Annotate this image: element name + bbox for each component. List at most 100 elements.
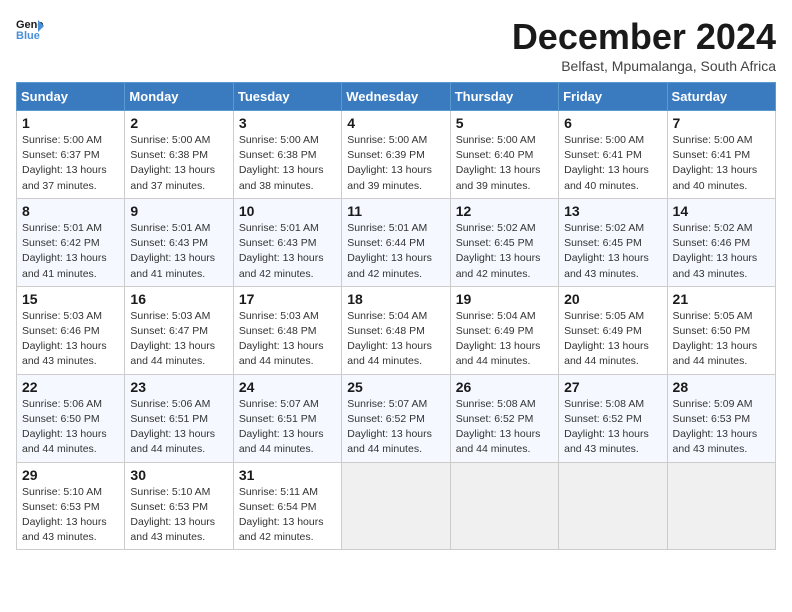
day-number: 13 [564,203,661,219]
day-cell: 9 Sunrise: 5:01 AM Sunset: 6:43 PM Dayli… [125,198,233,286]
day-cell: 12 Sunrise: 5:02 AM Sunset: 6:45 PM Dayl… [450,198,558,286]
header-saturday: Saturday [667,83,775,111]
day-cell: 30 Sunrise: 5:10 AM Sunset: 6:53 PM Dayl… [125,462,233,550]
day-number: 22 [22,379,119,395]
day-cell: 6 Sunrise: 5:00 AM Sunset: 6:41 PM Dayli… [559,111,667,199]
day-info: Sunrise: 5:10 AM Sunset: 6:53 PM Dayligh… [22,485,119,546]
day-cell: 23 Sunrise: 5:06 AM Sunset: 6:51 PM Dayl… [125,374,233,462]
day-number: 21 [673,291,770,307]
calendar-row: 29 Sunrise: 5:10 AM Sunset: 6:53 PM Dayl… [17,462,776,550]
day-number: 11 [347,203,444,219]
day-info: Sunrise: 5:05 AM Sunset: 6:50 PM Dayligh… [673,309,770,370]
day-cell: 7 Sunrise: 5:00 AM Sunset: 6:41 PM Dayli… [667,111,775,199]
location-subtitle: Belfast, Mpumalanga, South Africa [512,58,776,74]
day-info: Sunrise: 5:04 AM Sunset: 6:48 PM Dayligh… [347,309,444,370]
day-cell: 18 Sunrise: 5:04 AM Sunset: 6:48 PM Dayl… [342,286,450,374]
day-number: 20 [564,291,661,307]
day-cell: 27 Sunrise: 5:08 AM Sunset: 6:52 PM Dayl… [559,374,667,462]
day-cell: 2 Sunrise: 5:00 AM Sunset: 6:38 PM Dayli… [125,111,233,199]
day-cell: 14 Sunrise: 5:02 AM Sunset: 6:46 PM Dayl… [667,198,775,286]
day-number: 2 [130,115,227,131]
month-title: December 2024 [512,16,776,58]
day-cell: 19 Sunrise: 5:04 AM Sunset: 6:49 PM Dayl… [450,286,558,374]
day-number: 23 [130,379,227,395]
day-info: Sunrise: 5:09 AM Sunset: 6:53 PM Dayligh… [673,397,770,458]
day-number: 25 [347,379,444,395]
day-cell: 28 Sunrise: 5:09 AM Sunset: 6:53 PM Dayl… [667,374,775,462]
day-number: 1 [22,115,119,131]
day-cell: 15 Sunrise: 5:03 AM Sunset: 6:46 PM Dayl… [17,286,125,374]
day-number: 6 [564,115,661,131]
day-cell: 17 Sunrise: 5:03 AM Sunset: 6:48 PM Dayl… [233,286,341,374]
calendar-row: 15 Sunrise: 5:03 AM Sunset: 6:46 PM Dayl… [17,286,776,374]
title-area: December 2024 Belfast, Mpumalanga, South… [512,16,776,74]
day-info: Sunrise: 5:01 AM Sunset: 6:43 PM Dayligh… [130,221,227,282]
day-number: 3 [239,115,336,131]
day-info: Sunrise: 5:03 AM Sunset: 6:47 PM Dayligh… [130,309,227,370]
day-cell: 10 Sunrise: 5:01 AM Sunset: 6:43 PM Dayl… [233,198,341,286]
day-cell: 26 Sunrise: 5:08 AM Sunset: 6:52 PM Dayl… [450,374,558,462]
calendar-table: Sunday Monday Tuesday Wednesday Thursday… [16,82,776,550]
header-monday: Monday [125,83,233,111]
day-info: Sunrise: 5:07 AM Sunset: 6:51 PM Dayligh… [239,397,336,458]
logo-icon: General Blue [16,16,44,40]
day-info: Sunrise: 5:05 AM Sunset: 6:49 PM Dayligh… [564,309,661,370]
day-info: Sunrise: 5:08 AM Sunset: 6:52 PM Dayligh… [564,397,661,458]
day-cell: 21 Sunrise: 5:05 AM Sunset: 6:50 PM Dayl… [667,286,775,374]
day-info: Sunrise: 5:01 AM Sunset: 6:43 PM Dayligh… [239,221,336,282]
day-cell: 1 Sunrise: 5:00 AM Sunset: 6:37 PM Dayli… [17,111,125,199]
day-info: Sunrise: 5:02 AM Sunset: 6:46 PM Dayligh… [673,221,770,282]
header-tuesday: Tuesday [233,83,341,111]
day-cell: 24 Sunrise: 5:07 AM Sunset: 6:51 PM Dayl… [233,374,341,462]
day-info: Sunrise: 5:00 AM Sunset: 6:40 PM Dayligh… [456,133,553,194]
day-cell: 29 Sunrise: 5:10 AM Sunset: 6:53 PM Dayl… [17,462,125,550]
day-info: Sunrise: 5:01 AM Sunset: 6:44 PM Dayligh… [347,221,444,282]
day-info: Sunrise: 5:06 AM Sunset: 6:50 PM Dayligh… [22,397,119,458]
day-number: 27 [564,379,661,395]
calendar-row: 8 Sunrise: 5:01 AM Sunset: 6:42 PM Dayli… [17,198,776,286]
svg-text:Blue: Blue [16,30,40,40]
day-cell: 16 Sunrise: 5:03 AM Sunset: 6:47 PM Dayl… [125,286,233,374]
day-info: Sunrise: 5:01 AM Sunset: 6:42 PM Dayligh… [22,221,119,282]
day-number: 26 [456,379,553,395]
day-number: 7 [673,115,770,131]
header-friday: Friday [559,83,667,111]
day-info: Sunrise: 5:02 AM Sunset: 6:45 PM Dayligh… [456,221,553,282]
day-number: 9 [130,203,227,219]
empty-cell [342,462,450,550]
day-cell: 8 Sunrise: 5:01 AM Sunset: 6:42 PM Dayli… [17,198,125,286]
day-number: 31 [239,467,336,483]
day-number: 24 [239,379,336,395]
page-header: General Blue December 2024 Belfast, Mpum… [16,16,776,74]
day-info: Sunrise: 5:08 AM Sunset: 6:52 PM Dayligh… [456,397,553,458]
empty-cell [667,462,775,550]
day-number: 10 [239,203,336,219]
day-number: 18 [347,291,444,307]
day-info: Sunrise: 5:11 AM Sunset: 6:54 PM Dayligh… [239,485,336,546]
day-info: Sunrise: 5:03 AM Sunset: 6:48 PM Dayligh… [239,309,336,370]
header-wednesday: Wednesday [342,83,450,111]
header-sunday: Sunday [17,83,125,111]
day-number: 14 [673,203,770,219]
day-info: Sunrise: 5:00 AM Sunset: 6:38 PM Dayligh… [130,133,227,194]
day-number: 4 [347,115,444,131]
day-number: 12 [456,203,553,219]
day-cell: 31 Sunrise: 5:11 AM Sunset: 6:54 PM Dayl… [233,462,341,550]
day-cell: 3 Sunrise: 5:00 AM Sunset: 6:38 PM Dayli… [233,111,341,199]
calendar-row: 1 Sunrise: 5:00 AM Sunset: 6:37 PM Dayli… [17,111,776,199]
day-number: 17 [239,291,336,307]
day-info: Sunrise: 5:00 AM Sunset: 6:39 PM Dayligh… [347,133,444,194]
day-number: 15 [22,291,119,307]
day-info: Sunrise: 5:07 AM Sunset: 6:52 PM Dayligh… [347,397,444,458]
header-thursday: Thursday [450,83,558,111]
calendar-row: 22 Sunrise: 5:06 AM Sunset: 6:50 PM Dayl… [17,374,776,462]
day-cell: 13 Sunrise: 5:02 AM Sunset: 6:45 PM Dayl… [559,198,667,286]
day-info: Sunrise: 5:00 AM Sunset: 6:37 PM Dayligh… [22,133,119,194]
empty-cell [450,462,558,550]
day-info: Sunrise: 5:00 AM Sunset: 6:41 PM Dayligh… [673,133,770,194]
day-info: Sunrise: 5:06 AM Sunset: 6:51 PM Dayligh… [130,397,227,458]
empty-cell [559,462,667,550]
day-cell: 4 Sunrise: 5:00 AM Sunset: 6:39 PM Dayli… [342,111,450,199]
day-cell: 20 Sunrise: 5:05 AM Sunset: 6:49 PM Dayl… [559,286,667,374]
day-cell: 25 Sunrise: 5:07 AM Sunset: 6:52 PM Dayl… [342,374,450,462]
